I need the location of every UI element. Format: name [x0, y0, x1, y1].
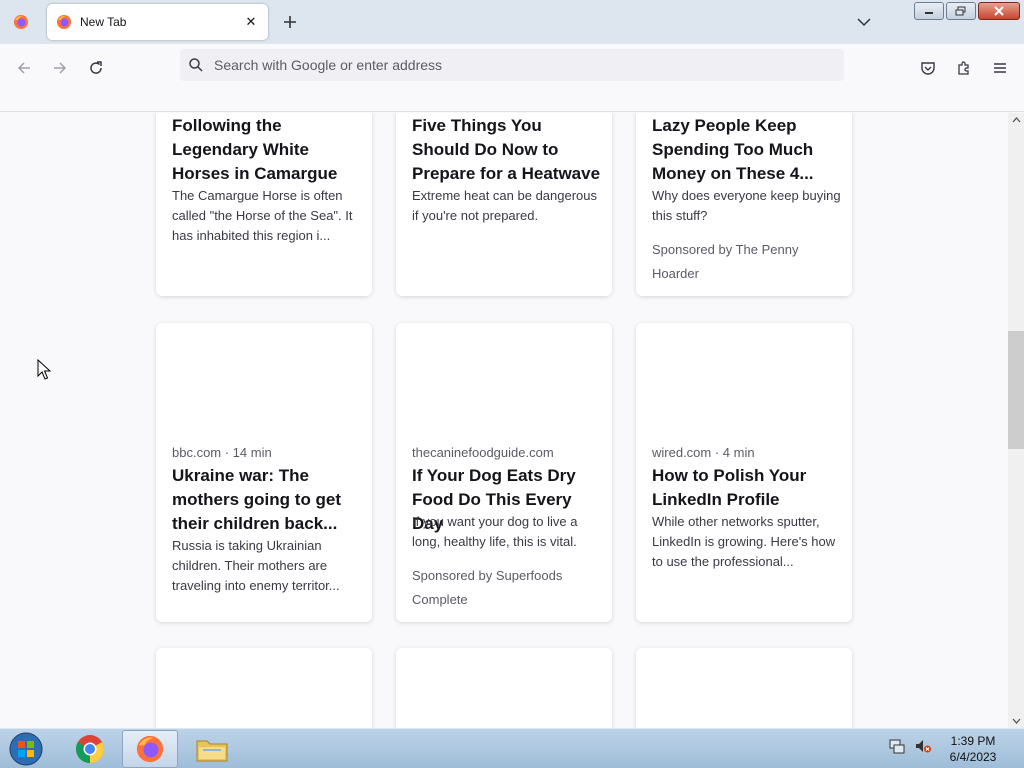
story-card[interactable]: [396, 648, 612, 728]
tab-new-tab[interactable]: New Tab ✕: [47, 4, 268, 40]
mouse-cursor-icon: [37, 359, 51, 380]
search-icon: [189, 58, 203, 72]
back-arrow-icon: [17, 62, 30, 74]
firefox-icon: [14, 15, 28, 29]
new-tab-button[interactable]: [276, 8, 304, 36]
story-excerpt: The Camargue Horse is often called "the …: [172, 188, 353, 243]
story-title: How to Polish Your LinkedIn Profile: [652, 466, 807, 509]
page-scrollbar[interactable]: [1008, 113, 1024, 728]
chevron-down-icon: [1012, 718, 1020, 724]
window-controls: [914, 2, 1020, 20]
clock-time: 1:39 PM: [950, 734, 996, 748]
taskbar-chrome[interactable]: [62, 730, 118, 768]
tab-strip: New Tab ✕: [0, 0, 1024, 44]
plus-icon: [284, 16, 296, 28]
story-card[interactable]: wired.com · 4 min How to Polish Your Lin…: [636, 323, 852, 622]
firefox-view-button[interactable]: [0, 0, 42, 44]
story-excerpt: Extreme heat can be dangerous if you're …: [412, 188, 598, 223]
close-window-button[interactable]: [978, 2, 1020, 20]
story-card[interactable]: [156, 648, 372, 728]
story-card[interactable]: Following the Legendary White Horses in …: [156, 113, 372, 296]
scroll-thumb[interactable]: [1008, 331, 1024, 449]
back-button[interactable]: [8, 52, 40, 84]
network-icon[interactable]: [888, 737, 906, 755]
chrome-icon: [76, 735, 104, 763]
reload-icon: [90, 61, 102, 74]
firefox-icon: [57, 15, 71, 29]
volume-muted-icon[interactable]: [914, 737, 932, 755]
story-card[interactable]: Five Things You Should Do Now to Prepare…: [396, 113, 612, 296]
forward-arrow-icon: [54, 62, 67, 74]
address-bar[interactable]: Search with Google or enter address: [180, 49, 844, 81]
story-card[interactable]: bbc.com · 14 min Ukraine war: The mother…: [156, 323, 372, 622]
story-excerpt: Why does everyone keep buying this stuff…: [652, 188, 841, 223]
pocket-button[interactable]: [912, 52, 944, 84]
story-title: Following the Legendary White Horses in …: [172, 116, 338, 183]
tab-title: New Tab: [80, 15, 127, 29]
story-card[interactable]: [636, 648, 852, 728]
file-explorer-icon: [196, 740, 228, 762]
story-source: wired.com · 4 min: [652, 445, 755, 460]
clock-date: 6/4/2023: [949, 750, 997, 764]
system-tray: [888, 737, 932, 755]
scroll-down-button[interactable]: [1008, 714, 1024, 728]
application-menu-button[interactable]: [984, 52, 1016, 84]
puzzle-piece-icon: [958, 61, 969, 75]
story-title: Ukraine war: The mothers going to get th…: [172, 466, 342, 533]
sponsor-label: Sponsored by The Penny Hoarder: [652, 242, 799, 281]
story-excerpt: While other networks sputter, LinkedIn i…: [652, 514, 836, 569]
sponsored-story-card[interactable]: thecaninefoodguide.com If Your Dog Eats …: [396, 323, 612, 622]
hamburger-menu-icon: [994, 63, 1006, 73]
minimize-button[interactable]: [914, 2, 944, 20]
firefox-icon: [136, 735, 164, 763]
story-title: Five Things You Should Do Now to Prepare…: [412, 116, 601, 183]
taskbar-firefox[interactable]: [122, 730, 178, 768]
windows-start-icon: [9, 732, 43, 766]
pocket-icon: [921, 62, 935, 75]
chevron-up-icon: [1012, 117, 1020, 123]
restore-button[interactable]: [946, 2, 976, 20]
story-source: bbc.com · 14 min: [172, 445, 272, 460]
restore-icon: [955, 6, 966, 16]
sponsor-label: Sponsored by Superfoods Complete: [412, 568, 563, 607]
story-excerpt: Russia is taking Ukrainian children. The…: [172, 538, 340, 593]
start-button[interactable]: [4, 730, 48, 768]
extensions-button[interactable]: [948, 52, 980, 84]
close-tab-icon[interactable]: ✕: [238, 9, 264, 35]
address-bar-placeholder: Search with Google or enter address: [214, 57, 443, 73]
chevron-down-icon: [857, 18, 871, 27]
navigation-toolbar: Search with Google or enter address: [0, 44, 1024, 112]
forward-button[interactable]: [44, 52, 76, 84]
story-source: thecaninefoodguide.com: [412, 445, 554, 460]
taskbar-file-explorer[interactable]: [184, 730, 240, 768]
taskbar: 1:39 PM 6/4/2023: [0, 728, 1024, 768]
list-all-tabs-button[interactable]: [850, 10, 878, 34]
scroll-up-button[interactable]: [1008, 113, 1024, 127]
close-icon: [994, 6, 1004, 16]
story-title: Lazy People Keep Spending Too Much Money…: [652, 116, 814, 183]
new-tab-content: Following the Legendary White Horses in …: [0, 113, 1008, 728]
sponsored-story-card[interactable]: Lazy People Keep Spending Too Much Money…: [636, 113, 852, 296]
taskbar-clock[interactable]: 1:39 PM 6/4/2023: [940, 733, 1006, 765]
story-excerpt: If you want your dog to live a long, hea…: [412, 514, 578, 549]
reload-button[interactable]: [80, 52, 112, 84]
minimize-icon: [925, 12, 933, 14]
